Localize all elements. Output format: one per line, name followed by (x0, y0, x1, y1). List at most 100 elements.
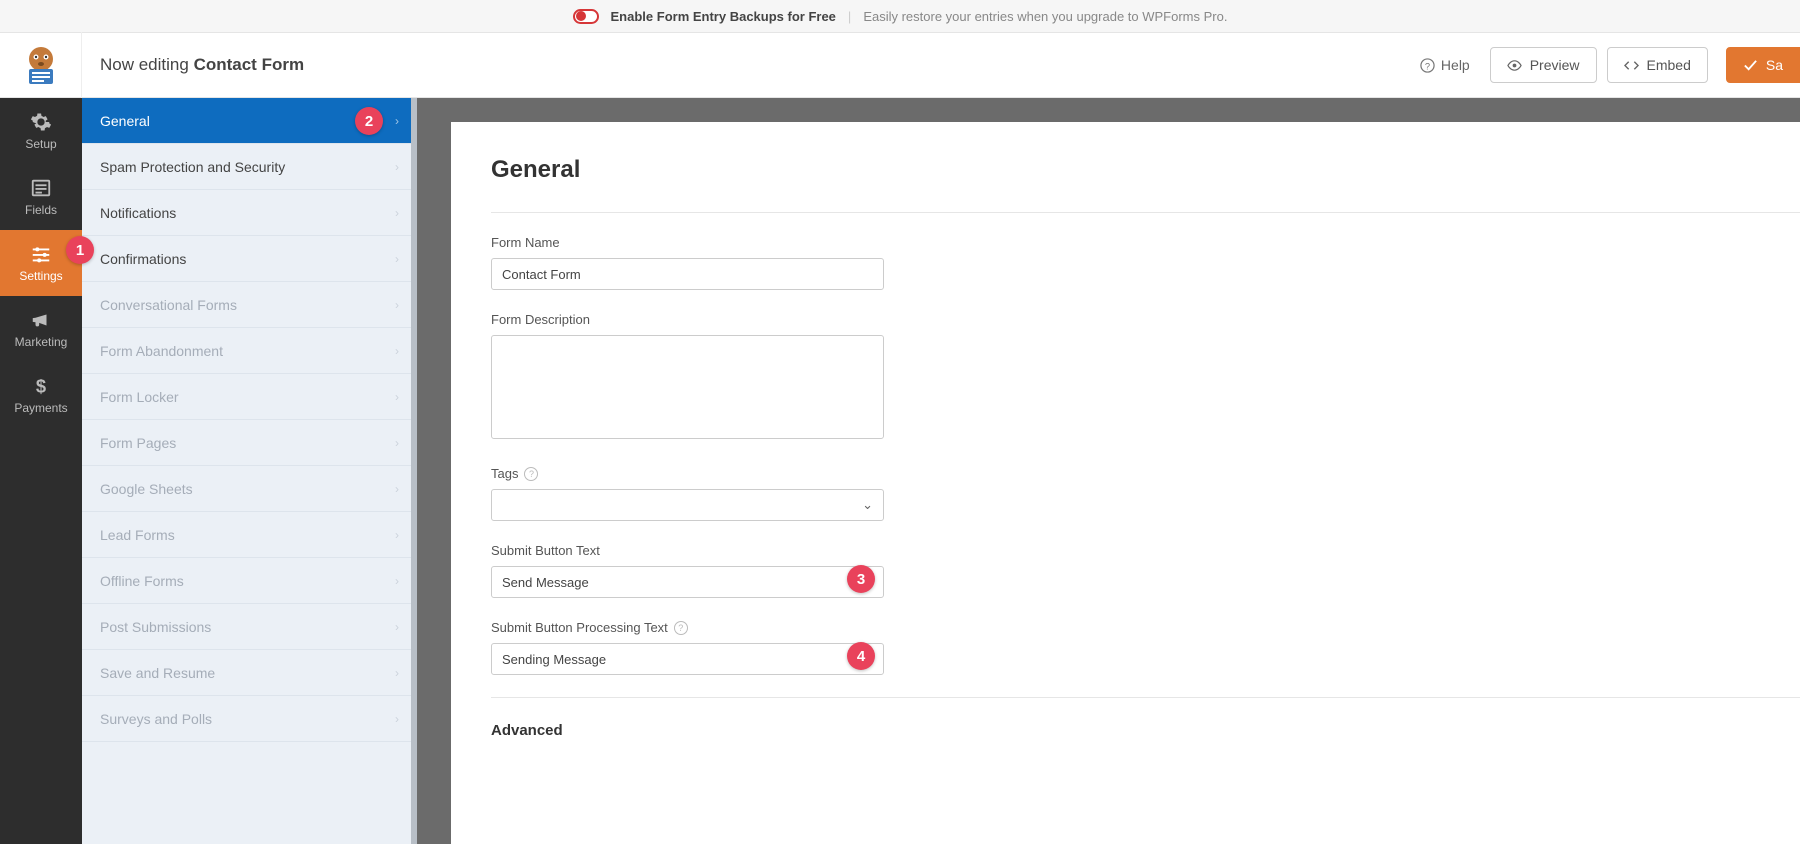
chevron-right-icon: › (395, 436, 399, 450)
subnav-confirmations[interactable]: Confirmations › (82, 236, 417, 282)
workspace: Setup Fields Settings 1 Marketing $ Paym… (0, 98, 1800, 844)
form-name-input[interactable] (491, 258, 884, 290)
divider (491, 697, 1800, 698)
processing-text-label-text: Submit Button Processing Text (491, 620, 668, 635)
form-description-label: Form Description (491, 312, 1131, 327)
chevron-right-icon: › (395, 528, 399, 542)
tags-label-text: Tags (491, 466, 518, 481)
promo-toggle-icon[interactable] (573, 9, 599, 24)
chevron-right-icon: › (395, 482, 399, 496)
svg-text:?: ? (1425, 61, 1430, 71)
check-icon (1743, 58, 1758, 73)
subnav-spam[interactable]: Spam Protection and Security› (82, 144, 417, 190)
nav-marketing-label: Marketing (15, 335, 68, 349)
help-link[interactable]: ? Help (1410, 49, 1480, 81)
subnav-pages[interactable]: Form Pages › (82, 420, 417, 466)
nav-fields-label: Fields (25, 203, 57, 217)
form-name-label: Form Name (491, 235, 1131, 250)
gear-icon (30, 111, 52, 133)
annotation-badge-3: 3 (847, 565, 875, 593)
nav-payments-label: Payments (14, 401, 67, 415)
chevron-down-icon: ⌄ (862, 497, 873, 513)
subnav-pages-label: Form Pages (100, 435, 176, 451)
subnav-save-resume-label: Save and Resume (100, 665, 215, 681)
nav-setup[interactable]: Setup (0, 98, 82, 164)
subnav-abandonment-label: Form Abandonment (100, 343, 223, 359)
promo-separator: | (848, 9, 851, 24)
chevron-right-icon: › (395, 252, 399, 266)
page-title: Now editing Contact Form (82, 55, 1410, 75)
save-label: Sa (1766, 57, 1783, 73)
help-icon[interactable]: ? (674, 621, 688, 635)
save-button[interactable]: Sa (1726, 47, 1800, 83)
subnav-general[interactable]: General › 2 (82, 98, 417, 144)
subnav-notifications[interactable]: Notifications› (82, 190, 417, 236)
subnav-post[interactable]: Post Submissions› (82, 604, 417, 650)
subnav-sheets-label: Google Sheets (100, 481, 193, 497)
chevron-right-icon: › (395, 666, 399, 680)
promo-bold-text: Enable Form Entry Backups for Free (611, 9, 836, 24)
chevron-right-icon: › (395, 298, 399, 312)
wpforms-logo-icon (19, 43, 63, 87)
section-title: General (491, 156, 1800, 184)
header-actions: ? Help Preview Embed Sa (1410, 47, 1800, 83)
advanced-section-title[interactable]: Advanced (491, 722, 1800, 739)
chevron-right-icon: › (395, 390, 399, 404)
subnav-lead[interactable]: Lead Forms › (82, 512, 417, 558)
chevron-right-icon: › (395, 160, 399, 174)
promo-bar: Enable Form Entry Backups for Free | Eas… (0, 0, 1800, 32)
nav-settings[interactable]: Settings 1 (0, 230, 82, 296)
nav-fields[interactable]: Fields (0, 164, 82, 230)
header-bar: Now editing Contact Form ? Help Preview … (0, 32, 1800, 98)
embed-button[interactable]: Embed (1607, 47, 1708, 83)
sliders-icon (30, 243, 52, 265)
divider (491, 212, 1800, 213)
field-tags: Tags ? ⌄ (491, 466, 1131, 521)
subnav-sheets[interactable]: Google Sheets › (82, 466, 417, 512)
code-icon (1624, 58, 1639, 73)
field-form-name: Form Name (491, 235, 1131, 290)
annotation-badge-2: 2 (355, 107, 383, 135)
nav-settings-label: Settings (19, 269, 62, 283)
subnav-conversational-label: Conversational Forms (100, 297, 237, 313)
svg-text:$: $ (36, 375, 46, 396)
app-logo[interactable] (0, 32, 82, 98)
subnav-confirmations-label: Confirmations (100, 251, 186, 267)
subnav-abandonment[interactable]: Form Abandonment› (82, 328, 417, 374)
preview-label: Preview (1530, 57, 1580, 73)
help-icon: ? (1420, 58, 1435, 73)
embed-label: Embed (1647, 57, 1691, 73)
field-processing-text: Submit Button Processing Text ? 4 (491, 620, 1131, 675)
field-submit-text: Submit Button Text 3 (491, 543, 1131, 598)
tags-select[interactable]: ⌄ (491, 489, 884, 521)
subnav-locker[interactable]: Form Locker› (82, 374, 417, 420)
left-nav: Setup Fields Settings 1 Marketing $ Paym… (0, 98, 82, 844)
subnav-offline[interactable]: Offline Forms › (82, 558, 417, 604)
chevron-right-icon: › (395, 574, 399, 588)
subnav-surveys[interactable]: Surveys and Polls› (82, 696, 417, 742)
submit-text-input[interactable] (491, 566, 884, 598)
subnav-general-label: General (100, 113, 150, 129)
submit-text-label: Submit Button Text (491, 543, 1131, 558)
bullhorn-icon (30, 309, 52, 331)
nav-payments[interactable]: $ Payments (0, 362, 82, 428)
subnav-lead-label: Lead Forms (100, 527, 175, 543)
settings-canvas: General Form Name Form Description Tags … (451, 122, 1800, 844)
canvas-wrapper: General Form Name Form Description Tags … (417, 98, 1800, 844)
preview-button[interactable]: Preview (1490, 47, 1597, 83)
editing-form-name: Contact Form (194, 55, 305, 74)
subnav-save-resume[interactable]: Save and Resume › (82, 650, 417, 696)
nav-marketing[interactable]: Marketing (0, 296, 82, 362)
processing-text-input[interactable] (491, 643, 884, 675)
help-icon[interactable]: ? (524, 467, 538, 481)
form-description-input[interactable] (491, 335, 884, 439)
subnav-post-label: Post Submissions (100, 619, 211, 635)
annotation-badge-1: 1 (66, 236, 94, 264)
subnav-conversational[interactable]: Conversational Forms › (82, 282, 417, 328)
processing-text-label: Submit Button Processing Text ? (491, 620, 1131, 635)
chevron-right-icon: › (395, 712, 399, 726)
dollar-icon: $ (30, 375, 52, 397)
subnav-offline-label: Offline Forms (100, 573, 184, 589)
chevron-right-icon: › (395, 206, 399, 220)
form-icon (30, 177, 52, 199)
